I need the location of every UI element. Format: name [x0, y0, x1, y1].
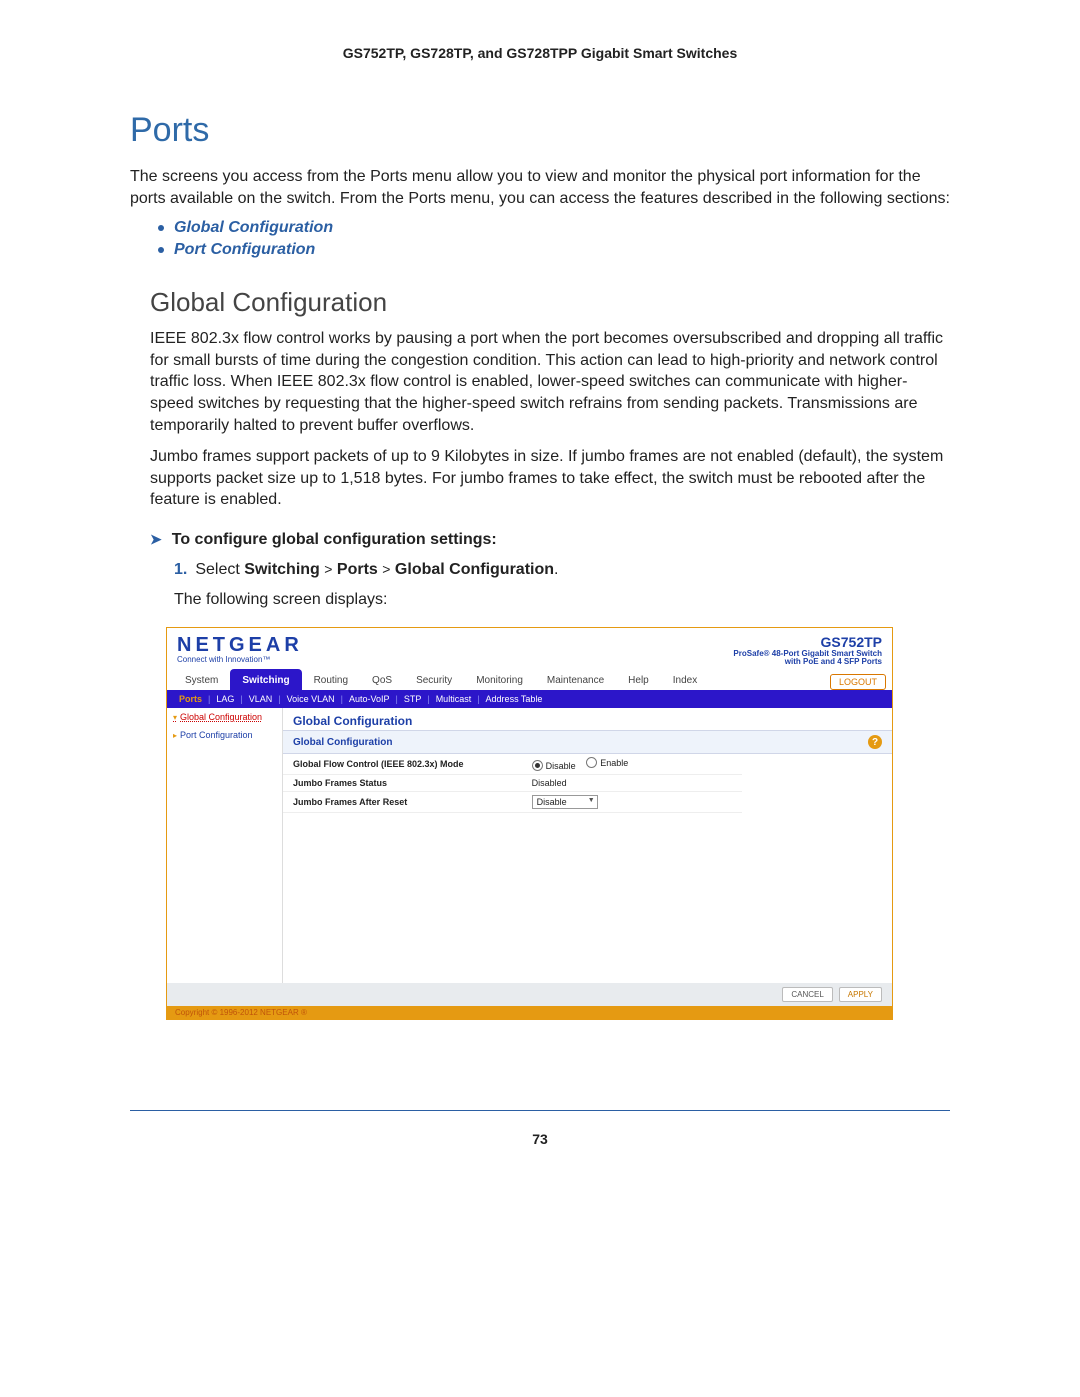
- panel-header-text: Global Configuration: [293, 737, 392, 748]
- action-bar: CANCEL APPLY: [167, 983, 892, 1006]
- intro-paragraph: The screens you access from the Ports me…: [130, 166, 950, 209]
- tab-switching[interactable]: Switching: [230, 669, 301, 690]
- spacer: [283, 813, 892, 983]
- model-sub2: with PoE and 4 SFP Ports: [733, 658, 882, 667]
- subnav-stp[interactable]: STP: [404, 694, 422, 704]
- subnav-vlan[interactable]: VLAN: [249, 694, 273, 704]
- ui-body: ▾Global Configuration ▸Port Configuratio…: [167, 708, 892, 983]
- radio-icon: [532, 760, 543, 771]
- step-bold-a: Switching: [244, 561, 320, 578]
- sidebar-label: Port Configuration: [180, 730, 253, 740]
- radio-icon: [586, 757, 597, 768]
- sidebar-item-global[interactable]: ▾Global Configuration: [167, 708, 282, 726]
- ui-screenshot: NETGEAR Connect with Innovation™ GS752TP…: [166, 627, 893, 1021]
- h1-ports: Ports: [130, 111, 950, 150]
- link-label: Global Configuration: [174, 219, 333, 237]
- apply-button[interactable]: APPLY: [839, 987, 882, 1002]
- step-prefix: Select: [195, 561, 244, 578]
- config-table: Global Flow Control (IEEE 802.3x) Mode D…: [283, 754, 742, 813]
- radio-enable[interactable]: Enable: [586, 757, 628, 768]
- footer-rule: [130, 1110, 950, 1111]
- step-number: 1.: [174, 561, 187, 579]
- row-value: Disable: [522, 792, 742, 813]
- procedure-heading: ➤ To configure global configuration sett…: [150, 531, 950, 549]
- step-bold-c: Global Configuration: [395, 561, 554, 578]
- row-value: Disabled: [522, 775, 742, 792]
- subnav-addresstable[interactable]: Address Table: [486, 694, 543, 704]
- following-text: The following screen displays:: [174, 589, 950, 611]
- brand-block: NETGEAR Connect with Innovation™: [177, 634, 303, 664]
- logout-button[interactable]: LOGOUT: [830, 674, 886, 690]
- panel-header: Global Configuration ?: [283, 730, 892, 754]
- step-text: Select Switching > Ports > Global Config…: [195, 561, 558, 579]
- tab-security[interactable]: Security: [404, 669, 464, 690]
- row-label: Jumbo Frames Status: [283, 775, 522, 792]
- cancel-button[interactable]: CANCEL: [782, 987, 832, 1002]
- radio-label: Disable: [546, 761, 576, 771]
- row-jumbo-after-reset: Jumbo Frames After Reset Disable: [283, 792, 742, 813]
- tab-maintenance[interactable]: Maintenance: [535, 669, 616, 690]
- bullet-icon: [158, 225, 164, 231]
- row-label: Jumbo Frames After Reset: [283, 792, 522, 813]
- section-links: Global Configuration Port Configuration: [158, 219, 950, 259]
- sub-nav: Ports| LAG| VLAN| Voice VLAN| Auto-VoIP|…: [167, 690, 892, 708]
- sidebar-label: Global Configuration: [180, 712, 262, 722]
- page-number: 73: [130, 1131, 950, 1147]
- procedure-text: To configure global configuration settin…: [172, 531, 497, 549]
- tab-index[interactable]: Index: [661, 669, 709, 690]
- row-value: Disable Enable: [522, 754, 742, 775]
- row-jumbo-status: Jumbo Frames Status Disabled: [283, 775, 742, 792]
- ui-header: NETGEAR Connect with Innovation™ GS752TP…: [167, 628, 892, 670]
- link-label: Port Configuration: [174, 241, 315, 259]
- step-bold-b: Ports: [337, 561, 378, 578]
- step-1: 1. Select Switching > Ports > Global Con…: [174, 561, 950, 579]
- model-block: GS752TP ProSafe® 48-Port Gigabit Smart S…: [733, 634, 882, 668]
- sidebar: ▾Global Configuration ▸Port Configuratio…: [167, 708, 283, 983]
- main-tabs: System Switching Routing QoS Security Mo…: [167, 669, 892, 690]
- help-icon[interactable]: ?: [868, 735, 882, 749]
- brand-logo: NETGEAR: [177, 634, 303, 657]
- subnav-ports[interactable]: Ports: [179, 694, 202, 704]
- tab-routing[interactable]: Routing: [302, 669, 360, 690]
- model-name: GS752TP: [733, 634, 882, 650]
- tab-system[interactable]: System: [173, 669, 230, 690]
- subnav-multicast[interactable]: Multicast: [436, 694, 472, 704]
- chevron-right-icon: ➤: [150, 531, 162, 548]
- paragraph-flowcontrol: IEEE 802.3x flow control works by pausin…: [150, 328, 950, 436]
- main-panel: Global Configuration Global Configuratio…: [283, 708, 892, 983]
- link-port-config[interactable]: Port Configuration: [158, 241, 950, 259]
- row-flowcontrol: Global Flow Control (IEEE 802.3x) Mode D…: [283, 754, 742, 775]
- radio-label: Enable: [600, 758, 628, 768]
- h2-global-config: Global Configuration: [150, 287, 950, 318]
- sidebar-item-port[interactable]: ▸Port Configuration: [167, 726, 282, 744]
- doc-header: GS752TP, GS728TP, and GS728TPP Gigabit S…: [130, 45, 950, 61]
- triangle-icon: ▸: [173, 731, 177, 740]
- subnav-voicevlan[interactable]: Voice VLAN: [287, 694, 335, 704]
- link-global-config[interactable]: Global Configuration: [158, 219, 950, 237]
- jumbo-select[interactable]: Disable: [532, 795, 598, 809]
- subnav-lag[interactable]: LAG: [216, 694, 234, 704]
- subnav-autovoip[interactable]: Auto-VoIP: [349, 694, 390, 704]
- tab-help[interactable]: Help: [616, 669, 661, 690]
- paragraph-jumbo: Jumbo frames support packets of up to 9 …: [150, 446, 950, 511]
- tab-monitoring[interactable]: Monitoring: [464, 669, 535, 690]
- triangle-icon: ▾: [173, 713, 177, 722]
- panel-main-title: Global Configuration: [283, 708, 892, 730]
- radio-disable[interactable]: Disable: [532, 760, 576, 771]
- row-label: Global Flow Control (IEEE 802.3x) Mode: [283, 754, 522, 775]
- copyright-text: Copyright © 1996-2012 NETGEAR ®: [167, 1006, 892, 1019]
- bullet-icon: [158, 247, 164, 253]
- tab-qos[interactable]: QoS: [360, 669, 404, 690]
